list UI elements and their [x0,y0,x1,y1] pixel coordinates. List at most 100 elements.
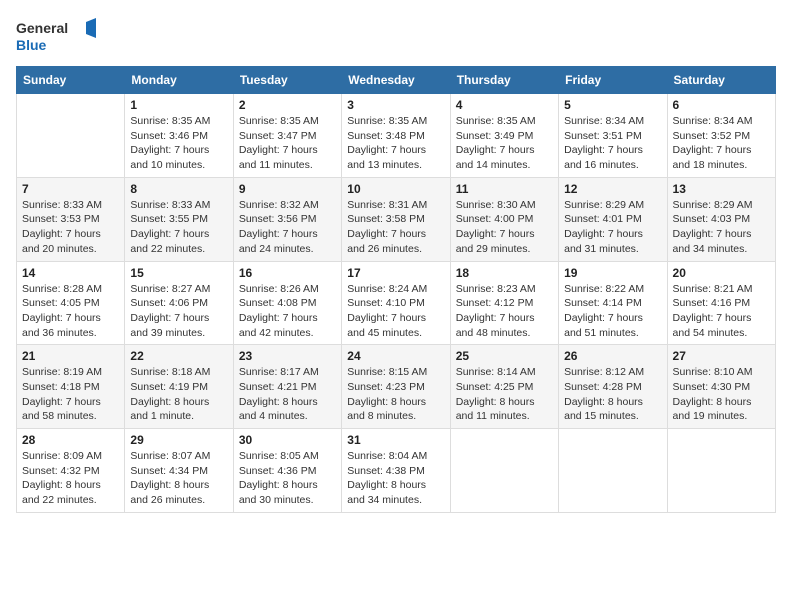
day-number: 6 [673,98,770,112]
day-info: Sunrise: 8:27 AM Sunset: 4:06 PM Dayligh… [130,282,227,341]
day-number: 19 [564,266,661,280]
day-number: 24 [347,349,444,363]
day-number: 17 [347,266,444,280]
page-header: General Blue [16,16,776,56]
day-cell: 31 Sunrise: 8:04 AM Sunset: 4:38 PM Dayli… [342,429,450,513]
weekday-sunday: Sunday [17,67,125,94]
day-info: Sunrise: 8:12 AM Sunset: 4:28 PM Dayligh… [564,365,661,424]
week-row-5: 28 Sunrise: 8:09 AM Sunset: 4:32 PM Dayli… [17,429,776,513]
weekday-header-row: SundayMondayTuesdayWednesdayThursdayFrid… [17,67,776,94]
day-cell: 13Sunrise: 8:29 AM Sunset: 4:03 PM Dayli… [667,177,775,261]
day-cell: 24 Sunrise: 8:15 AM Sunset: 4:23 PM Dayli… [342,345,450,429]
day-cell: 21 Sunrise: 8:19 AM Sunset: 4:18 PM Dayli… [17,345,125,429]
week-row-4: 21 Sunrise: 8:19 AM Sunset: 4:18 PM Dayli… [17,345,776,429]
day-info: Sunrise: 8:35 AM Sunset: 3:48 PM Dayligh… [347,114,444,173]
day-info: Sunrise: 8:19 AM Sunset: 4:18 PM Dayligh… [22,365,119,424]
day-number: 1 [130,98,227,112]
day-info: Sunrise: 8:04 AM Sunset: 4:38 PM Dayligh… [347,449,444,508]
day-number: 10 [347,182,444,196]
day-cell: 27Sunrise: 8:10 AM Sunset: 4:30 PM Dayli… [667,345,775,429]
weekday-thursday: Thursday [450,67,558,94]
day-number: 14 [22,266,119,280]
day-cell [450,429,558,513]
day-info: Sunrise: 8:14 AM Sunset: 4:25 PM Dayligh… [456,365,553,424]
day-info: Sunrise: 8:28 AM Sunset: 4:05 PM Dayligh… [22,282,119,341]
day-number: 21 [22,349,119,363]
day-number: 7 [22,182,119,196]
day-number: 3 [347,98,444,112]
day-cell: 5Sunrise: 8:34 AM Sunset: 3:51 PM Daylig… [559,94,667,178]
day-cell: 15 Sunrise: 8:27 AM Sunset: 4:06 PM Dayli… [125,261,233,345]
day-cell: 11Sunrise: 8:30 AM Sunset: 4:00 PM Dayli… [450,177,558,261]
day-cell: 9 Sunrise: 8:32 AM Sunset: 3:56 PM Daylig… [233,177,341,261]
day-info: Sunrise: 8:33 AM Sunset: 3:53 PM Dayligh… [22,198,119,257]
day-info: Sunrise: 8:21 AM Sunset: 4:16 PM Dayligh… [673,282,770,341]
day-cell: 6Sunrise: 8:34 AM Sunset: 3:52 PM Daylig… [667,94,775,178]
day-cell: 7 Sunrise: 8:33 AM Sunset: 3:53 PM Daylig… [17,177,125,261]
weekday-wednesday: Wednesday [342,67,450,94]
day-cell: 8Sunrise: 8:33 AM Sunset: 3:55 PM Daylig… [125,177,233,261]
weekday-friday: Friday [559,67,667,94]
day-cell: 30Sunrise: 8:05 AM Sunset: 4:36 PM Dayli… [233,429,341,513]
weekday-saturday: Saturday [667,67,775,94]
day-info: Sunrise: 8:17 AM Sunset: 4:21 PM Dayligh… [239,365,336,424]
week-row-3: 14 Sunrise: 8:28 AM Sunset: 4:05 PM Dayli… [17,261,776,345]
day-cell: 4 Sunrise: 8:35 AM Sunset: 3:49 PM Daylig… [450,94,558,178]
day-info: Sunrise: 8:29 AM Sunset: 4:01 PM Dayligh… [564,198,661,257]
day-number: 8 [130,182,227,196]
day-info: Sunrise: 8:32 AM Sunset: 3:56 PM Dayligh… [239,198,336,257]
logo: General Blue [16,16,96,56]
week-row-1: 1 Sunrise: 8:35 AM Sunset: 3:46 PM Daylig… [17,94,776,178]
day-cell: 25 Sunrise: 8:14 AM Sunset: 4:25 PM Dayli… [450,345,558,429]
day-number: 25 [456,349,553,363]
day-info: Sunrise: 8:07 AM Sunset: 4:34 PM Dayligh… [130,449,227,508]
day-info: Sunrise: 8:34 AM Sunset: 3:51 PM Dayligh… [564,114,661,173]
logo-svg: General Blue [16,16,96,56]
day-number: 31 [347,433,444,447]
day-info: Sunrise: 8:35 AM Sunset: 3:47 PM Dayligh… [239,114,336,173]
day-number: 23 [239,349,336,363]
day-cell: 28 Sunrise: 8:09 AM Sunset: 4:32 PM Dayli… [17,429,125,513]
day-number: 28 [22,433,119,447]
day-number: 11 [456,182,553,196]
day-cell: 12 Sunrise: 8:29 AM Sunset: 4:01 PM Dayli… [559,177,667,261]
day-cell: 2Sunrise: 8:35 AM Sunset: 3:47 PM Daylig… [233,94,341,178]
day-info: Sunrise: 8:18 AM Sunset: 4:19 PM Dayligh… [130,365,227,424]
day-number: 20 [673,266,770,280]
svg-text:General: General [16,20,68,36]
day-cell: 16Sunrise: 8:26 AM Sunset: 4:08 PM Dayli… [233,261,341,345]
day-cell: 26 Sunrise: 8:12 AM Sunset: 4:28 PM Dayli… [559,345,667,429]
day-info: Sunrise: 8:35 AM Sunset: 3:49 PM Dayligh… [456,114,553,173]
day-number: 16 [239,266,336,280]
day-cell: 17 Sunrise: 8:24 AM Sunset: 4:10 PM Dayli… [342,261,450,345]
day-info: Sunrise: 8:35 AM Sunset: 3:46 PM Dayligh… [130,114,227,173]
weekday-monday: Monday [125,67,233,94]
day-cell [667,429,775,513]
day-cell: 3 Sunrise: 8:35 AM Sunset: 3:48 PM Daylig… [342,94,450,178]
day-info: Sunrise: 8:31 AM Sunset: 3:58 PM Dayligh… [347,198,444,257]
weekday-tuesday: Tuesday [233,67,341,94]
day-number: 13 [673,182,770,196]
day-cell: 18Sunrise: 8:23 AM Sunset: 4:12 PM Dayli… [450,261,558,345]
day-number: 15 [130,266,227,280]
day-cell: 14 Sunrise: 8:28 AM Sunset: 4:05 PM Dayli… [17,261,125,345]
day-number: 26 [564,349,661,363]
day-info: Sunrise: 8:09 AM Sunset: 4:32 PM Dayligh… [22,449,119,508]
day-cell: 20 Sunrise: 8:21 AM Sunset: 4:16 PM Dayli… [667,261,775,345]
day-cell: 22 Sunrise: 8:18 AM Sunset: 4:19 PM Dayli… [125,345,233,429]
day-number: 27 [673,349,770,363]
day-cell [17,94,125,178]
week-row-2: 7 Sunrise: 8:33 AM Sunset: 3:53 PM Daylig… [17,177,776,261]
day-number: 22 [130,349,227,363]
day-cell: 19 Sunrise: 8:22 AM Sunset: 4:14 PM Dayli… [559,261,667,345]
day-cell: 10 Sunrise: 8:31 AM Sunset: 3:58 PM Dayli… [342,177,450,261]
day-info: Sunrise: 8:15 AM Sunset: 4:23 PM Dayligh… [347,365,444,424]
day-cell [559,429,667,513]
day-number: 9 [239,182,336,196]
day-number: 12 [564,182,661,196]
day-info: Sunrise: 8:22 AM Sunset: 4:14 PM Dayligh… [564,282,661,341]
day-info: Sunrise: 8:24 AM Sunset: 4:10 PM Dayligh… [347,282,444,341]
day-number: 4 [456,98,553,112]
day-number: 30 [239,433,336,447]
calendar-table: SundayMondayTuesdayWednesdayThursdayFrid… [16,66,776,513]
